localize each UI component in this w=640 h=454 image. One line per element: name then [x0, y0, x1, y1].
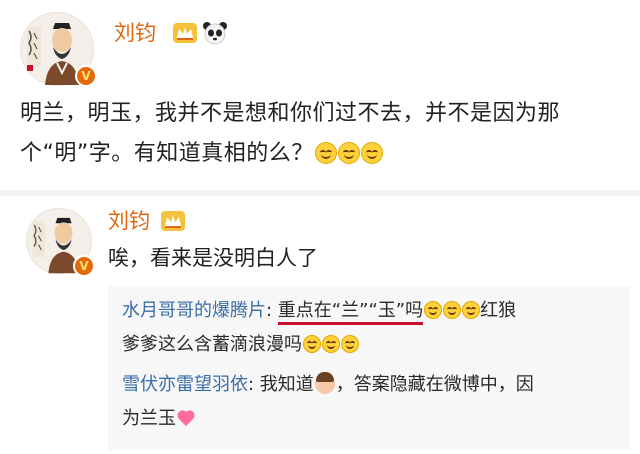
reply-text-cont: ，答案隐藏在微博中，因 [335, 374, 534, 395]
avatar[interactable]: V [20, 12, 97, 87]
post-text: 明兰，明玉，我并不是想和你们过不去，并不是因为那 个“明”字。有知道真相的么？ [20, 94, 632, 174]
reply-separator: : [248, 374, 260, 395]
reply-text-line-2: 为兰玉 [122, 408, 176, 429]
comment-author-name[interactable]: 刘钧 [108, 208, 150, 234]
smile-emoji-icon [360, 142, 383, 164]
post-text-line-2: 个“明”字。有知道真相的么？ [20, 134, 632, 174]
crown-icon [161, 211, 185, 231]
smile-emoji-icon [424, 301, 443, 319]
replies-panel: 水月哥哥的爆腾片: 重点在“兰”“玉”吗 红狼 爹爹这么含蓄滴浪漫吗 雪伏亦雷望羽… [108, 286, 630, 450]
weibo-post: V 刘钧 明兰，明玉，我并不是想和你们过不去，并不是因为那 个“明”字。有知道真… [0, 0, 640, 190]
smile-emoji-icon [314, 142, 337, 164]
reply-separator: : [266, 300, 278, 321]
reply-text: 我知道 [259, 374, 314, 395]
smile-emoji-icon [303, 335, 321, 353]
reply-text-line-2: 爹爹这么含蓄滴浪漫吗 [122, 334, 302, 355]
heart-emoji-icon [176, 409, 196, 427]
post-text-line-1: 明兰，明玉，我并不是想和你们过不去，并不是因为那 [20, 101, 561, 126]
woman-emoji-icon [314, 372, 335, 394]
reply-highlight-text: 重点在“兰”“玉”吗 [277, 300, 424, 325]
reply-user-link[interactable]: 水月哥哥的爆腾片 [122, 300, 266, 321]
crown-icon [173, 23, 197, 43]
smile-emoji-icon [462, 301, 481, 319]
reply-item: 雪伏亦雷望羽依: 我知道 ，答案隐藏在微博中，因 为兰玉 [122, 368, 622, 436]
avatar[interactable]: V [26, 208, 95, 277]
reply-text-tail: 红狼 [480, 300, 517, 321]
smile-emoji-icon [337, 142, 360, 164]
panda-icon [203, 22, 227, 45]
post-text-line-2-text: 个“明”字。有知道真相的么？ [20, 141, 314, 166]
reply-user-link[interactable]: 雪伏亦雷望羽依 [122, 374, 248, 395]
smile-emoji-icon [341, 335, 359, 353]
smile-emoji-icon [443, 301, 462, 319]
verified-v-icon: V [73, 255, 95, 277]
reply-item: 水月哥哥的爆腾片: 重点在“兰”“玉”吗 红狼 爹爹这么含蓄滴浪漫吗 [122, 294, 622, 362]
smile-emoji-icon [322, 335, 340, 353]
post-author-name[interactable]: 刘钧 [114, 20, 156, 46]
verified-v-icon: V [75, 65, 97, 87]
comment-text: 唉，看来是没明白人了 [108, 246, 318, 270]
